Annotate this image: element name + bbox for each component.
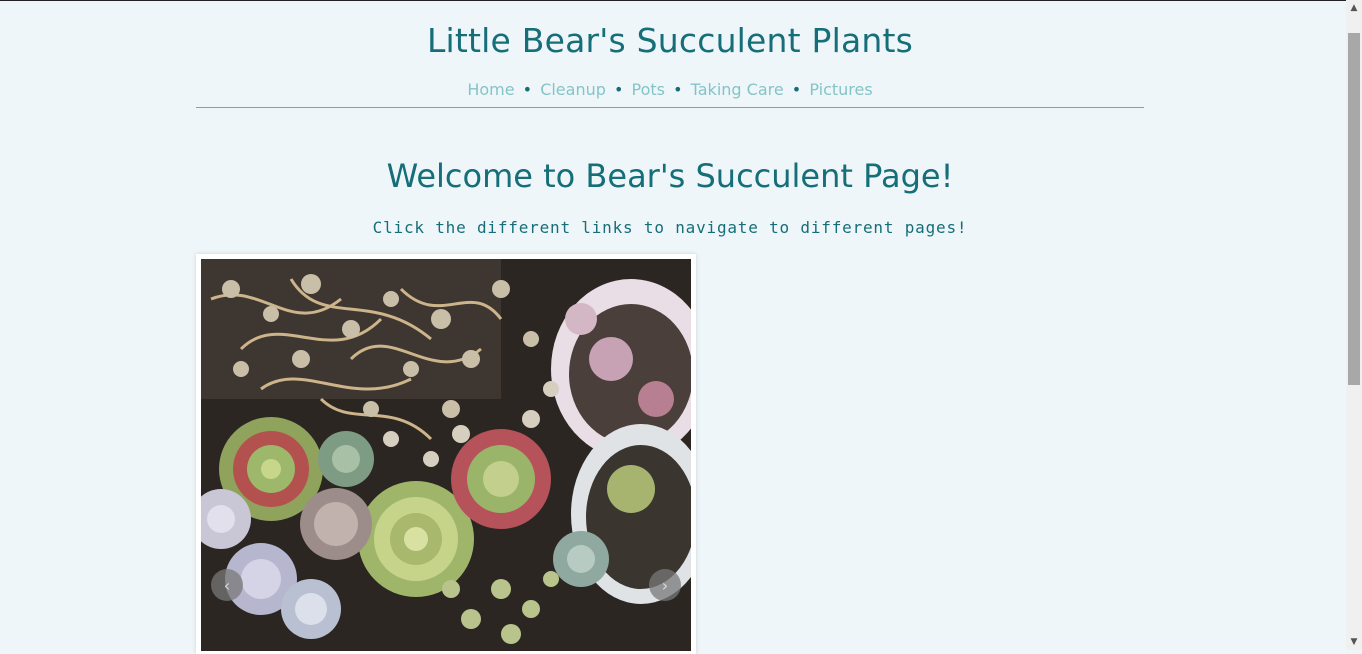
nav-link-pictures[interactable]: Pictures — [809, 80, 872, 99]
welcome-heading: Welcome to Bear's Succulent Page! — [386, 157, 954, 195]
carousel-prev-button[interactable]: ‹ — [211, 569, 243, 601]
scroll-up-arrow-icon[interactable]: ▲ — [1346, 0, 1362, 16]
nav-link-pots[interactable]: Pots — [632, 80, 665, 99]
succulent-photo — [201, 259, 691, 651]
nav-separator: • — [522, 80, 533, 99]
chevron-left-icon: ‹ — [223, 575, 231, 595]
welcome-subtext: Click the different links to navigate to… — [372, 218, 968, 237]
carousel-next-button[interactable]: › — [649, 569, 681, 601]
nav-separator: • — [613, 80, 624, 99]
image-carousel: ‹ › — [196, 254, 696, 654]
header-divider — [196, 107, 1144, 108]
nav-separator: • — [791, 80, 802, 99]
nav-link-cleanup[interactable]: Cleanup — [540, 80, 606, 99]
page: Little Bear's Succulent Plants Home • Cl… — [0, 1, 1346, 654]
nav-link-home[interactable]: Home — [467, 80, 514, 99]
site-title: Little Bear's Succulent Plants — [426, 21, 914, 60]
scrollbar-thumb[interactable] — [1348, 33, 1360, 385]
nav-separator: • — [673, 80, 683, 99]
main-nav: Home • Cleanup • Pots • Taking Care • Pi… — [0, 80, 1340, 99]
scroll-down-arrow-icon[interactable]: ▼ — [1346, 634, 1362, 650]
nav-link-taking-care[interactable]: Taking Care — [691, 80, 784, 99]
chevron-right-icon: › — [661, 575, 669, 595]
